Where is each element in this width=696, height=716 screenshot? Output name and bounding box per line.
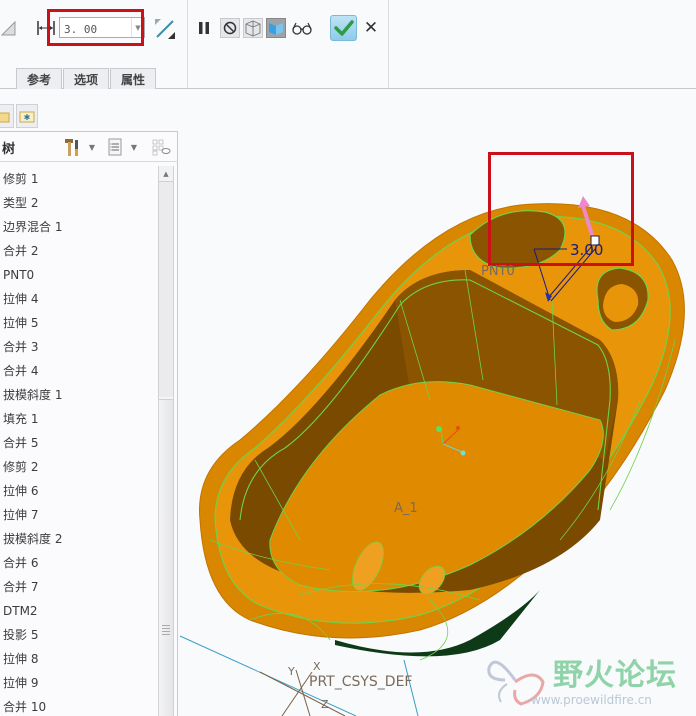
csys-axis-x: X bbox=[313, 660, 321, 673]
tree-item[interactable]: 拔模斜度 1 bbox=[0, 383, 158, 407]
csys-axis-z: Z bbox=[321, 698, 329, 711]
folder-star-icon: ✱ bbox=[19, 111, 35, 123]
thickness-input[interactable]: ▼ bbox=[59, 17, 145, 39]
svg-text:✱: ✱ bbox=[24, 113, 31, 122]
thicken-ribbon: ▼ 参考 选项 属性 ✕ bbox=[0, 0, 696, 89]
tree-item[interactable]: PNT0 bbox=[0, 263, 158, 287]
no-preview-icon[interactable] bbox=[220, 18, 240, 38]
layer-tree-tab[interactable] bbox=[0, 104, 14, 128]
preview-geometry-icon[interactable] bbox=[243, 18, 263, 38]
tree-item[interactable]: 合并 6 bbox=[0, 551, 158, 575]
show-dropdown-icon[interactable]: ▼ bbox=[129, 141, 139, 153]
favorites-tab[interactable]: ✱ bbox=[16, 104, 38, 128]
verify-mode-icon[interactable] bbox=[266, 18, 286, 38]
surface-icon[interactable] bbox=[0, 18, 18, 38]
point-label: PNT0 bbox=[481, 264, 515, 279]
creo-window: ▼ 参考 选项 属性 ✕ bbox=[0, 0, 696, 716]
tools-dropdown-icon[interactable]: ▼ bbox=[87, 141, 97, 153]
thickness-dimension-icon bbox=[36, 18, 56, 38]
tools-icon[interactable] bbox=[62, 137, 82, 157]
tab-references[interactable]: 参考 bbox=[16, 68, 63, 89]
thickness-dimension-label[interactable]: 3.00 bbox=[570, 241, 603, 259]
tree-item[interactable]: 合并 3 bbox=[0, 335, 158, 359]
pause-icon[interactable] bbox=[196, 19, 212, 37]
tree-item[interactable]: 合并 4 bbox=[0, 359, 158, 383]
tree-item[interactable]: 合并 10 bbox=[0, 695, 158, 716]
cancel-button[interactable]: ✕ bbox=[361, 17, 381, 39]
tree-item[interactable]: 类型 2 bbox=[0, 191, 158, 215]
tree-scrollbar[interactable]: ▲ bbox=[158, 166, 174, 716]
model-tree-list: 修剪 1 类型 2 边界混合 1 合并 2 PNT0 拉伸 4 拉伸 5 合并 3 合并 4 拔模… bbox=[0, 167, 158, 716]
tree-item[interactable]: 拔模斜度 2 bbox=[0, 527, 158, 551]
tree-item[interactable]: 边界混合 1 bbox=[0, 215, 158, 239]
tree-item[interactable]: 修剪 2 bbox=[0, 455, 158, 479]
tree-item[interactable]: 拉伸 9 bbox=[0, 671, 158, 695]
tree-item[interactable]: 拉伸 7 bbox=[0, 503, 158, 527]
show-list-icon[interactable] bbox=[106, 137, 124, 157]
tab-options[interactable]: 选项 bbox=[63, 68, 110, 89]
tree-item[interactable]: DTM2 bbox=[0, 599, 158, 623]
scroll-thumb[interactable] bbox=[159, 399, 173, 716]
watermark-title: 野火论坛 bbox=[553, 658, 677, 693]
ribbon-divider bbox=[187, 0, 188, 88]
tree-item[interactable]: 合并 2 bbox=[0, 239, 158, 263]
csys-axis-y: Y bbox=[288, 665, 295, 678]
glasses-icon[interactable] bbox=[290, 19, 314, 37]
tree-item[interactable]: 填充 1 bbox=[0, 407, 158, 431]
tree-item[interactable]: 拉伸 6 bbox=[0, 479, 158, 503]
tree-item[interactable]: 拉伸 8 bbox=[0, 647, 158, 671]
ribbon-tabs: 参考 选项 属性 bbox=[16, 68, 157, 89]
tree-header: 树 ▼ ▼ bbox=[0, 132, 178, 162]
tree-title: 树 bbox=[2, 142, 16, 157]
graphics-viewport[interactable]: 3.00 PNT0 A_1 PRT_CSYS_DEF Y X Z bbox=[179, 90, 696, 716]
checkmark-icon bbox=[333, 20, 354, 36]
tree-item[interactable]: 修剪 1 bbox=[0, 167, 158, 191]
tree-item[interactable]: 投影 5 bbox=[0, 623, 158, 647]
tree-columns-icon[interactable] bbox=[150, 137, 172, 157]
csys-label: PRT_CSYS_DEF bbox=[309, 674, 413, 690]
folder-icon bbox=[0, 112, 10, 123]
tree-item[interactable]: 拉伸 4 bbox=[0, 287, 158, 311]
grip-icon bbox=[162, 625, 170, 635]
watermark-url: www.proewildfire.cn bbox=[531, 693, 652, 707]
tab-properties[interactable]: 属性 bbox=[110, 68, 157, 89]
tree-item[interactable]: 拉伸 5 bbox=[0, 311, 158, 335]
axis-label: A_1 bbox=[394, 501, 418, 516]
tree-item[interactable]: 合并 7 bbox=[0, 575, 158, 599]
ribbon-divider bbox=[388, 0, 389, 88]
model-canvas[interactable] bbox=[179, 90, 696, 716]
watermark: 野火论坛 www.proewildfire.cn bbox=[485, 648, 695, 710]
scroll-up-icon[interactable]: ▲ bbox=[159, 166, 173, 182]
chevron-down-icon[interactable]: ▼ bbox=[131, 18, 144, 37]
thickness-value-field[interactable] bbox=[60, 20, 130, 39]
arrow-head-icon bbox=[578, 196, 590, 208]
ok-button[interactable] bbox=[330, 15, 357, 41]
flip-direction-icon[interactable] bbox=[153, 17, 177, 41]
tree-item[interactable]: 合并 5 bbox=[0, 431, 158, 455]
scroll-track[interactable] bbox=[159, 182, 173, 397]
model-tree-panel: 树 ▼ ▼ 修剪 1 类型 2 边界混合 1 合并 2 PNT0 拉伸 4 拉伸 5 合并 3… bbox=[0, 131, 178, 716]
